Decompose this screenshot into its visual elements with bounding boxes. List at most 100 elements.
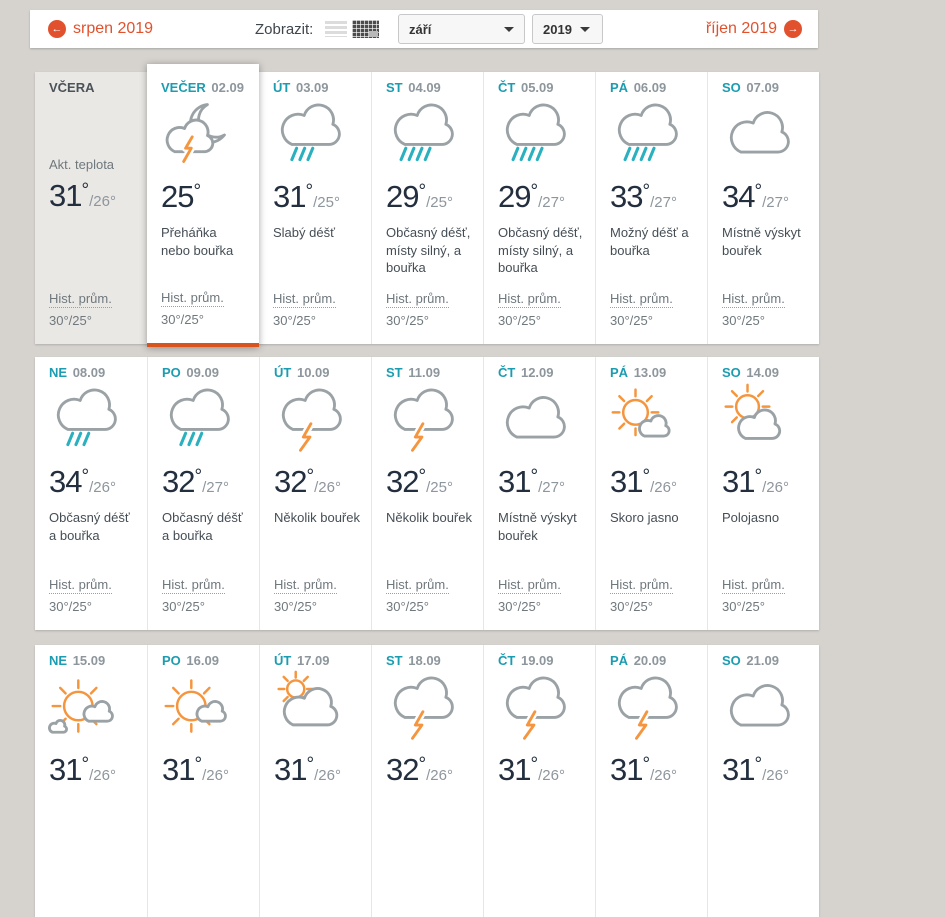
card-header: PÁ 13.09: [610, 365, 699, 380]
hist-block: Hist. prům. 30°/25°: [722, 574, 785, 617]
degree-sign: °: [530, 181, 538, 202]
temp-low: /26°: [538, 767, 565, 784]
temperature: 33°/27°: [610, 179, 699, 215]
weather-card[interactable]: PO 09.09 32°/27° Občasný déšť a bouřka H…: [147, 357, 259, 630]
temp-high: 31: [162, 752, 194, 787]
card-day: ČT: [498, 80, 515, 95]
storm-icon: [270, 382, 363, 458]
card-day: ÚT: [273, 80, 290, 95]
weather-card[interactable]: ST 04.09 29°/25° Občasný déšť, místy sil…: [371, 72, 483, 344]
weather-card[interactable]: SO 21.09 31°/26°: [707, 645, 819, 917]
weather-desc: Místně výskyt bouřek: [722, 224, 811, 259]
forecast-week-row: NE 15.09 31°/26° PO 16.09 31°/26° ÚT 17.…: [35, 645, 819, 917]
sun-behind-cloud-icon: [270, 670, 363, 746]
cloud-icon: [718, 670, 811, 746]
card-day: ÚT: [274, 653, 291, 668]
temp-low: /26°: [426, 767, 453, 784]
card-day: ST: [386, 80, 403, 95]
hist-label: Hist. prům.: [274, 577, 337, 594]
rain-heavy-icon: [494, 97, 587, 173]
rain-light-icon: [158, 382, 251, 458]
list-view-icon[interactable]: [325, 21, 347, 37]
temp-low: /26°: [762, 767, 789, 784]
weather-card[interactable]: ÚT 03.09 31°/25° Slabý déšť Hist. prům. …: [259, 72, 371, 344]
weather-card[interactable]: ÚT 17.09 31°/26°: [259, 645, 371, 917]
degree-sign: °: [81, 466, 89, 487]
year-select[interactable]: 2019: [532, 14, 603, 44]
hist-block: Hist. prům. 30°/25°: [498, 288, 561, 331]
card-header: ÚT 17.09: [274, 653, 363, 668]
moon-storm-icon: [157, 97, 251, 173]
calendar-toolbar: ← srpen 2019 Zobrazit: září 2019 říjen 2…: [30, 10, 818, 48]
weather-card[interactable]: ČT 19.09 31°/26°: [483, 645, 595, 917]
card-day: VEČER: [161, 80, 206, 95]
card-day: NE: [49, 653, 67, 668]
temp-high: 31: [498, 464, 530, 499]
card-header: ČT 12.09: [498, 365, 587, 380]
temperature: 31°/25°: [273, 179, 363, 215]
weather-card[interactable]: PO 16.09 31°/26°: [147, 645, 259, 917]
card-header: ST 04.09: [386, 80, 475, 95]
temp-high: 31: [610, 464, 642, 499]
degree-sign: °: [530, 754, 538, 775]
card-day: ST: [386, 653, 403, 668]
card-day: PÁ: [610, 80, 628, 95]
weather-desc: Možný déšť a bouřka: [610, 224, 699, 259]
weather-card[interactable]: SO 14.09 31°/26° Polojasno Hist. prům. 3…: [707, 357, 819, 630]
card-date: 10.09: [297, 365, 330, 380]
next-month-link[interactable]: říjen 2019 →: [706, 10, 802, 48]
weather-card[interactable]: ČT 12.09 31°/27° Místně výskyt bouřek Hi…: [483, 357, 595, 630]
card-day: NE: [49, 365, 67, 380]
month-select[interactable]: září: [398, 14, 525, 44]
hist-block: Hist. prům. 30°/25°: [498, 574, 561, 617]
card-date: 08.09: [73, 365, 106, 380]
card-date: 13.09: [634, 365, 667, 380]
card-day: PO: [162, 653, 181, 668]
hist-block: Hist. prům. 30°/25°: [273, 288, 336, 331]
year-select-value: 2019: [543, 22, 572, 37]
weather-card[interactable]: PÁ 06.09 33°/27° Možný déšť a bouřka His…: [595, 72, 707, 344]
hist-value: 30°/25°: [161, 309, 224, 330]
card-header: SO 21.09: [722, 653, 811, 668]
weather-card[interactable]: NE 15.09 31°/26°: [35, 645, 147, 917]
card-date: 09.09: [186, 365, 219, 380]
hist-value: 30°/25°: [386, 310, 449, 331]
weather-card[interactable]: VEČER 02.09 25° Přeháňka nebo bouřka His…: [147, 64, 259, 347]
hist-label: Hist. prům.: [49, 291, 112, 308]
weather-card[interactable]: ST 11.09 32°/25° Několik bouřek Hist. pr…: [371, 357, 483, 630]
arrow-right-icon: →: [784, 20, 802, 38]
calendar-view-icon[interactable]: [352, 20, 379, 38]
hist-block: Hist. prům. 30°/25°: [722, 288, 785, 331]
degree-sign: °: [754, 754, 762, 775]
degree-sign: °: [81, 754, 89, 775]
temp-low: /27°: [650, 194, 677, 211]
degree-sign: °: [418, 754, 426, 775]
card-header: VEČER 02.09: [161, 80, 251, 95]
weather-card[interactable]: ČT 05.09 29°/27° Občasný déšť, místy sil…: [483, 72, 595, 344]
weather-card[interactable]: NE 08.09 34°/26° Občasný déšť a bouřka H…: [35, 357, 147, 630]
storm-icon: [606, 670, 699, 746]
weather-desc: Několik bouřek: [274, 509, 363, 527]
weather-card[interactable]: PÁ 20.09 31°/26°: [595, 645, 707, 917]
degree-sign: °: [81, 180, 89, 201]
hist-value: 30°/25°: [162, 596, 225, 617]
card-date: 19.09: [521, 653, 554, 668]
weather-card[interactable]: SO 07.09 34°/27° Místně výskyt bouřek Hi…: [707, 72, 819, 344]
weather-card[interactable]: VČERA Akt. teplota 31°/26° Hist. prům. 3…: [35, 72, 147, 344]
degree-sign: °: [642, 754, 650, 775]
weather-card[interactable]: ST 18.09 32°/26°: [371, 645, 483, 917]
chevron-down-icon: [580, 27, 590, 32]
temp-low: /26°: [314, 479, 341, 496]
temp-low: /26°: [202, 767, 229, 784]
degree-sign: °: [193, 181, 201, 202]
card-day: ST: [386, 365, 403, 380]
rain-heavy-icon: [382, 97, 475, 173]
prev-month-link[interactable]: ← srpen 2019: [48, 10, 153, 48]
hist-value: 30°/25°: [610, 310, 673, 331]
temperature: 31°/26°: [49, 178, 139, 214]
temperature: 31°/26°: [722, 464, 811, 500]
hist-value: 30°/25°: [274, 596, 337, 617]
weather-card[interactable]: PÁ 13.09 31°/26° Skoro jasno Hist. prům.…: [595, 357, 707, 630]
prev-month-label: srpen 2019: [73, 20, 153, 38]
weather-card[interactable]: ÚT 10.09 32°/26° Několik bouřek Hist. pr…: [259, 357, 371, 630]
